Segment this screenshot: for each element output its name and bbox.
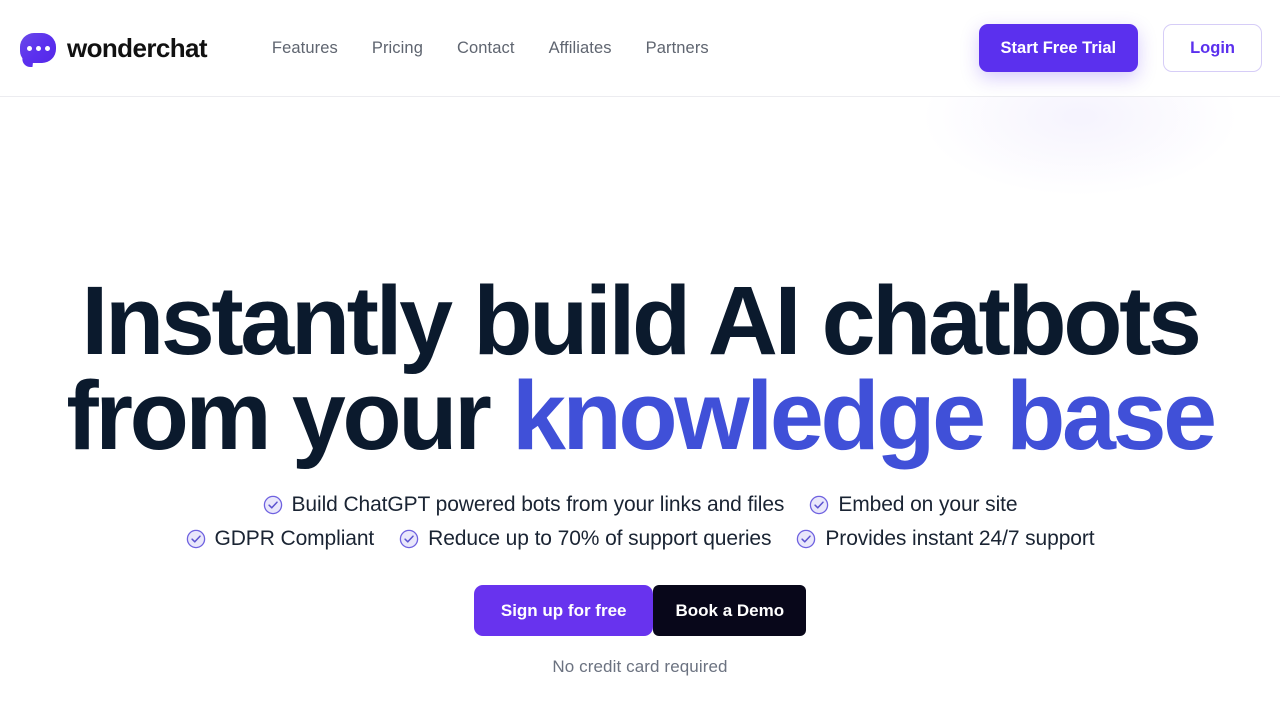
nav-item-partners[interactable]: Partners: [629, 31, 726, 66]
feature-bullet-label: GDPR Compliant: [214, 527, 375, 551]
feature-bullet-label: Build ChatGPT powered bots from your lin…: [291, 493, 785, 517]
header-actions: Start Free Trial Login: [978, 23, 1262, 73]
cta-button-group: Sign up for free Book a Demo: [0, 585, 1280, 637]
feature-bullet: Provides instant 24/7 support: [796, 527, 1095, 551]
headline-line-2-accent: knowledge base: [511, 361, 1217, 471]
login-button[interactable]: Login: [1163, 23, 1262, 73]
feature-bullets-row-2: GDPR Compliant Reduce up to 70% of suppo…: [186, 527, 1095, 551]
book-a-demo-button[interactable]: Book a Demo: [653, 585, 807, 637]
start-free-trial-button[interactable]: Start Free Trial: [978, 23, 1139, 73]
nav-item-contact[interactable]: Contact: [440, 31, 532, 66]
brand-logo-link[interactable]: wonderchat: [20, 33, 208, 67]
brand-wordmark: wonderchat: [67, 33, 208, 63]
page-title: Instantly build AI chatbots from your kn…: [0, 272, 1280, 464]
feature-bullets: Build ChatGPT powered bots from your lin…: [0, 493, 1280, 551]
feature-bullets-row-1: Build ChatGPT powered bots from your lin…: [263, 493, 1018, 517]
nav-item-affiliates[interactable]: Affiliates: [532, 31, 629, 66]
check-circle-icon: [810, 495, 829, 515]
feature-bullet-label: Reduce up to 70% of support queries: [428, 527, 772, 551]
headline-line-1: Instantly build AI chatbots: [81, 266, 1202, 375]
feature-bullet: Embed on your site: [809, 493, 1018, 517]
feature-bullet: GDPR Compliant: [186, 527, 375, 551]
nav-item-pricing[interactable]: Pricing: [355, 31, 440, 66]
feature-bullet: Build ChatGPT powered bots from your lin…: [263, 493, 785, 517]
feature-bullet: Reduce up to 70% of support queries: [399, 527, 771, 551]
main-navigation: Features Pricing Contact Affiliates Part…: [255, 31, 979, 66]
nav-item-features[interactable]: Features: [255, 31, 355, 66]
check-circle-icon: [186, 529, 205, 549]
feature-bullet-label: Embed on your site: [838, 493, 1018, 517]
feature-bullet-label: Provides instant 24/7 support: [825, 527, 1095, 551]
sign-up-for-free-button[interactable]: Sign up for free: [473, 585, 654, 637]
check-circle-icon: [399, 529, 419, 549]
site-header: wonderchat Features Pricing Contact Affi…: [0, 0, 1280, 97]
check-circle-icon: [263, 495, 282, 515]
no-credit-card-note: No credit card required: [552, 657, 728, 677]
hero-section: Instantly build AI chatbots from your kn…: [0, 37, 1280, 677]
check-circle-icon: [797, 529, 816, 549]
chat-bubble-icon: [20, 33, 56, 67]
headline-line-2-plain: from your: [66, 361, 512, 471]
